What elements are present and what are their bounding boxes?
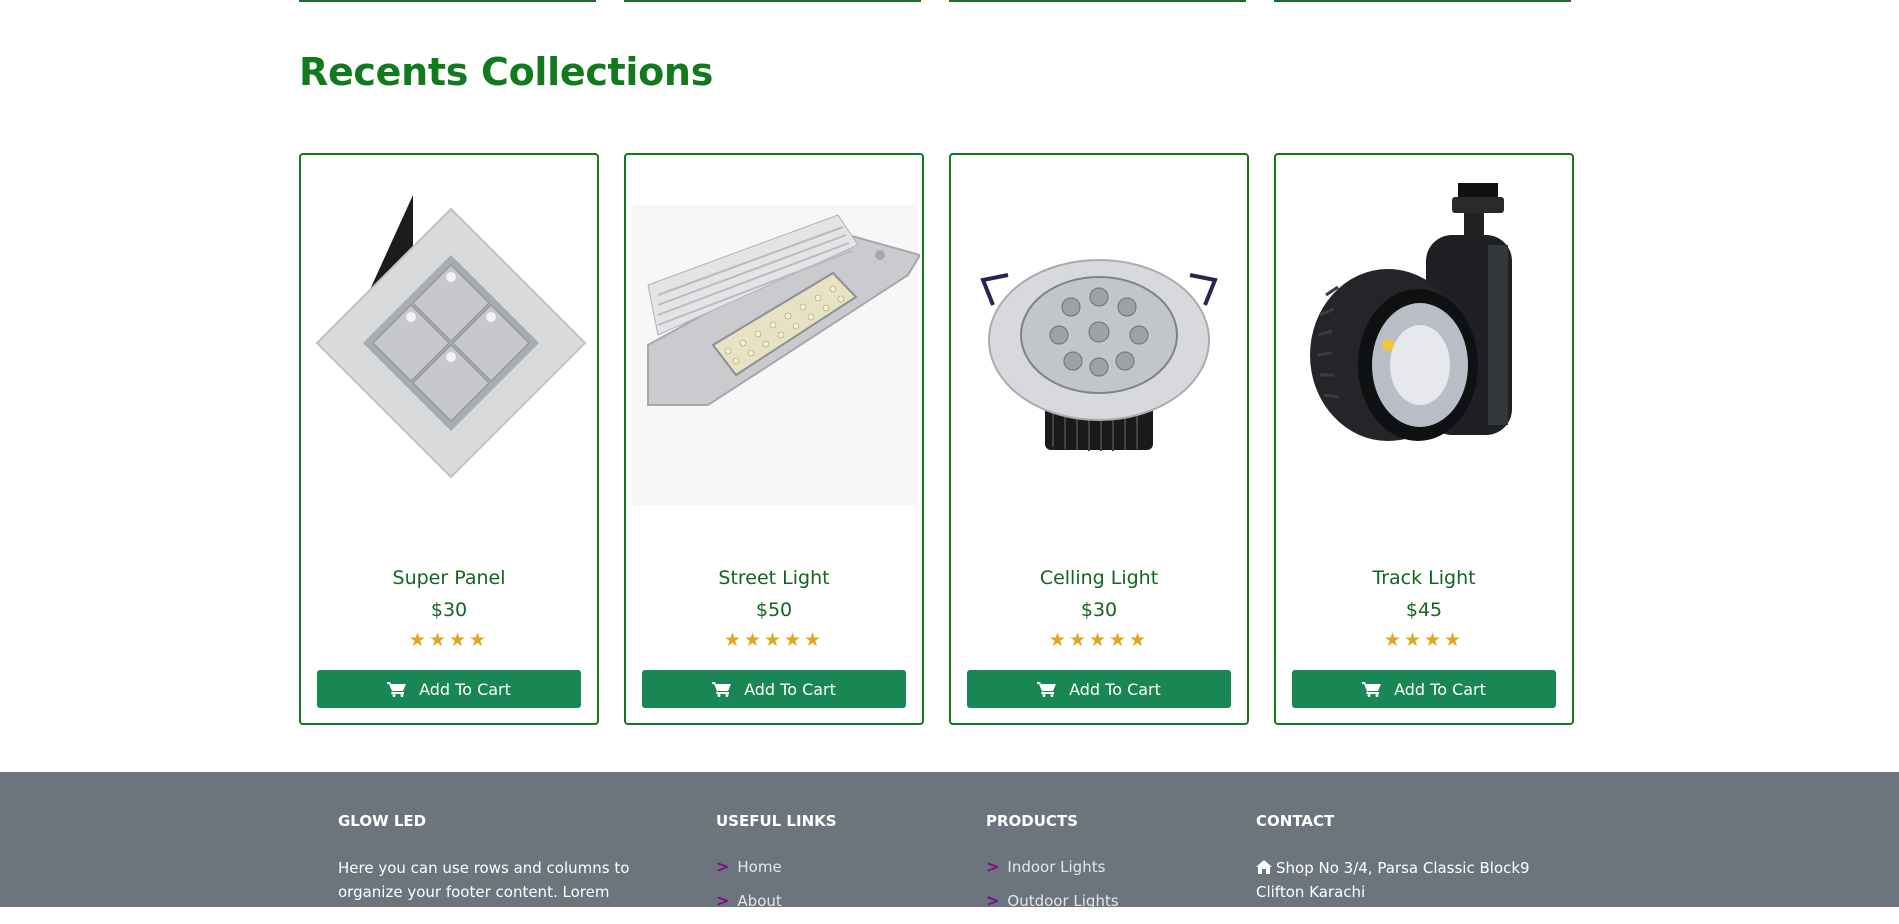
chevron-right-icon: >: [716, 891, 730, 910]
product-image-super-panel[interactable]: [303, 175, 595, 505]
cart-icon: [712, 682, 732, 697]
footer-brand-text: Here you can use rows and columns to org…: [338, 859, 630, 901]
chevron-right-icon: >: [716, 857, 730, 876]
footer-products-column: PRODUCTS > Indoor Lights > Outdoor Lights: [986, 812, 1206, 924]
chevron-right-icon: >: [986, 857, 1000, 876]
footer-contact-address: Shop No 3/4, Parsa Classic Block9 Clifto…: [1256, 856, 1546, 904]
product-rating-stars: ★★★★: [1383, 629, 1465, 651]
product-rating-stars: ★★★★★: [723, 629, 825, 651]
footer-contact-title: CONTACT: [1256, 812, 1335, 830]
card-edge: [1274, 0, 1571, 2]
add-to-cart-button[interactable]: Add To Cart: [1292, 670, 1556, 708]
add-to-cart-label: Add To Cart: [744, 679, 836, 699]
product-grid: Super Panel $30 ★★★★ Add To Cart Street …: [299, 153, 1574, 725]
card-edge: [624, 0, 921, 2]
footer-useful-links-title: USEFUL LINKS: [716, 812, 837, 830]
product-card[interactable]: Track Light $45 ★★★★ Add To Cart: [1274, 153, 1574, 725]
add-to-cart-label: Add To Cart: [1069, 679, 1161, 699]
product-rating-stars: ★★★★: [408, 629, 490, 651]
card-edge: [299, 0, 596, 2]
site-footer: GLOW LED Here you can use rows and colum…: [0, 772, 1899, 910]
cart-icon: [387, 682, 407, 697]
footer-useful-links-column: USEFUL LINKS > Home > About: [716, 812, 936, 924]
add-to-cart-label: Add To Cart: [1394, 679, 1486, 699]
footer-link-label: Outdoor Lights: [1007, 892, 1119, 910]
card-edge: [949, 0, 1246, 2]
add-to-cart-button[interactable]: Add To Cart: [317, 670, 581, 708]
product-price: $45: [1405, 599, 1443, 621]
footer-brand-column: GLOW LED Here you can use rows and colum…: [338, 812, 638, 904]
product-price: $30: [1080, 599, 1118, 621]
add-to-cart-button[interactable]: Add To Cart: [642, 670, 906, 708]
product-image-track-light[interactable]: [1278, 175, 1570, 505]
product-name[interactable]: Track Light: [1276, 567, 1572, 589]
footer-link-indoor-lights[interactable]: > Indoor Lights: [986, 856, 1206, 878]
product-image-celling-light[interactable]: [953, 175, 1245, 505]
cart-icon: [1037, 682, 1057, 697]
product-name[interactable]: Celling Light: [951, 567, 1247, 589]
footer-brand-title: GLOW LED: [338, 812, 427, 830]
product-card[interactable]: Super Panel $30 ★★★★ Add To Cart: [299, 153, 599, 725]
footer-link-label: Indoor Lights: [1007, 858, 1106, 876]
product-price: $30: [430, 599, 468, 621]
product-image-street-light[interactable]: [628, 175, 920, 505]
footer-link-outdoor-lights[interactable]: > Outdoor Lights: [986, 890, 1206, 912]
footer-link-label: About: [737, 892, 782, 910]
footer-link-home[interactable]: > Home: [716, 856, 936, 878]
section-title: Recents Collections: [299, 50, 714, 94]
product-price: $50: [755, 599, 793, 621]
add-to-cart-label: Add To Cart: [419, 679, 511, 699]
previous-section-card-edges: [299, 0, 1571, 2]
chevron-right-icon: >: [986, 891, 1000, 910]
contact-address-text: Shop No 3/4, Parsa Classic Block9 Clifto…: [1256, 859, 1530, 901]
footer-link-about[interactable]: > About: [716, 890, 936, 912]
cart-icon: [1362, 682, 1382, 697]
footer-link-label: Home: [737, 858, 782, 876]
footer-contact-column: CONTACT Shop No 3/4, Parsa Classic Block…: [1256, 812, 1546, 904]
product-card[interactable]: Street Light $50 ★★★★★ Add To Cart: [624, 153, 924, 725]
product-card[interactable]: Celling Light $30 ★★★★★ Add To Cart: [949, 153, 1249, 725]
home-icon: [1256, 860, 1272, 874]
product-rating-stars: ★★★★★: [1048, 629, 1150, 651]
product-name[interactable]: Super Panel: [301, 567, 597, 589]
add-to-cart-button[interactable]: Add To Cart: [967, 670, 1231, 708]
product-name[interactable]: Street Light: [626, 567, 922, 589]
footer-products-title: PRODUCTS: [986, 812, 1078, 830]
